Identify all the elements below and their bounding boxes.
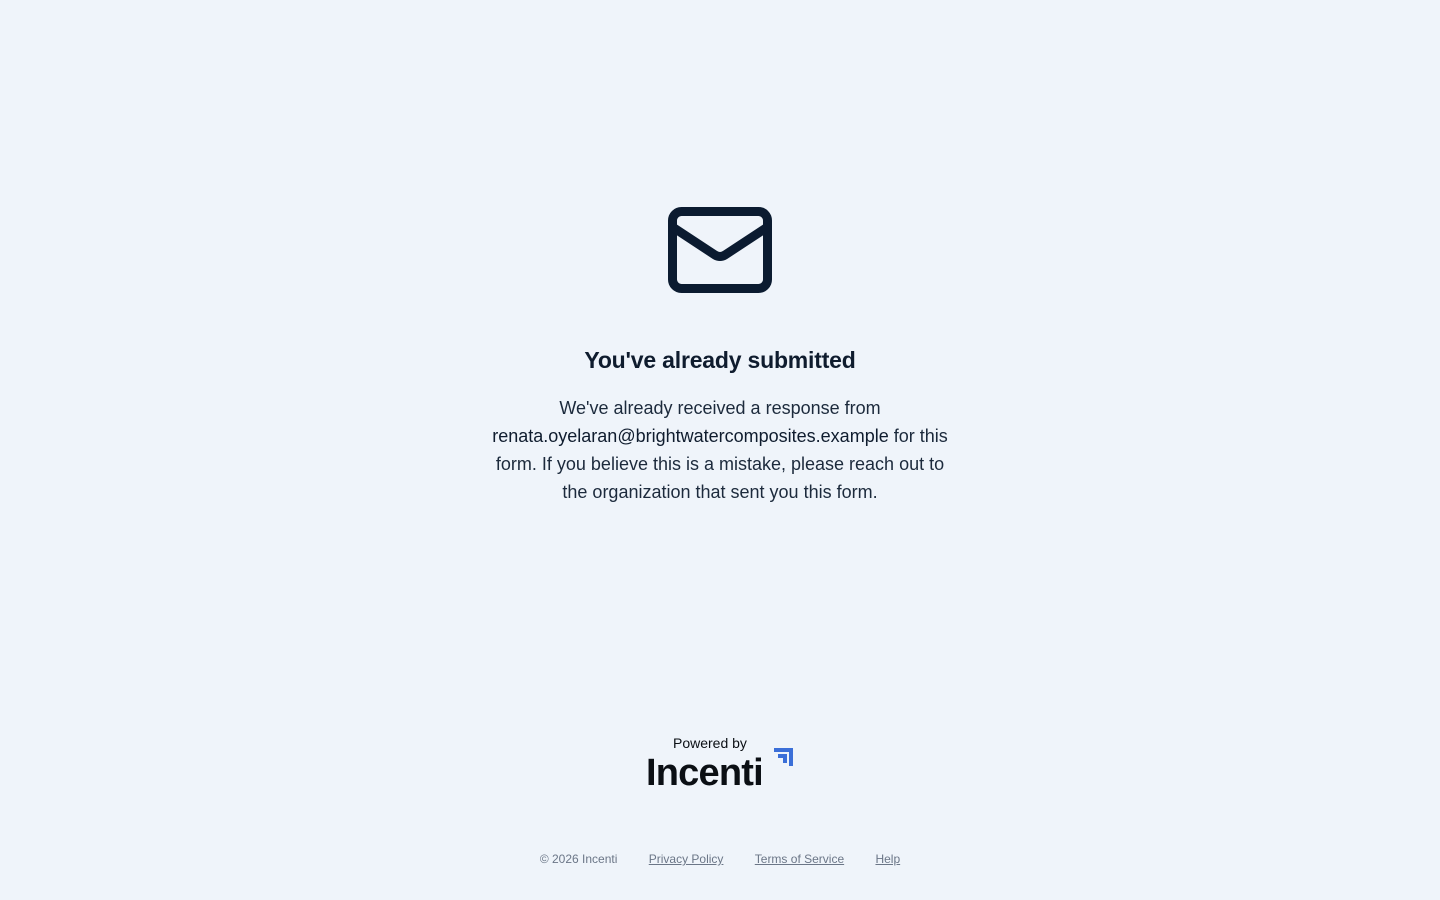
brand-name: Incenti [646,752,764,794]
terms-of-service-link[interactable]: Terms of Service [755,852,844,866]
powered-by-badge[interactable]: Powered by Incenti [640,735,800,795]
privacy-policy-link[interactable]: Privacy Policy [649,852,724,866]
message-intro: We've already received a response from [559,398,881,418]
powered-by-label: Powered by [673,735,747,751]
help-link[interactable]: Help [875,852,900,866]
footer: © 2026 Incenti Privacy Policy Terms of S… [0,852,1440,866]
status-message: We've already received a response from r… [490,394,950,506]
submitter-email: renata.oyelaran@brightwatercomposites.ex… [492,426,889,446]
submission-status-page: You've already submitted We've already r… [0,0,1440,900]
mail-icon [668,207,772,293]
incenti-logo-mark-icon [774,748,793,766]
page-title: You've already submitted [584,347,856,373]
copyright: © 2026 Incenti [539,852,618,866]
